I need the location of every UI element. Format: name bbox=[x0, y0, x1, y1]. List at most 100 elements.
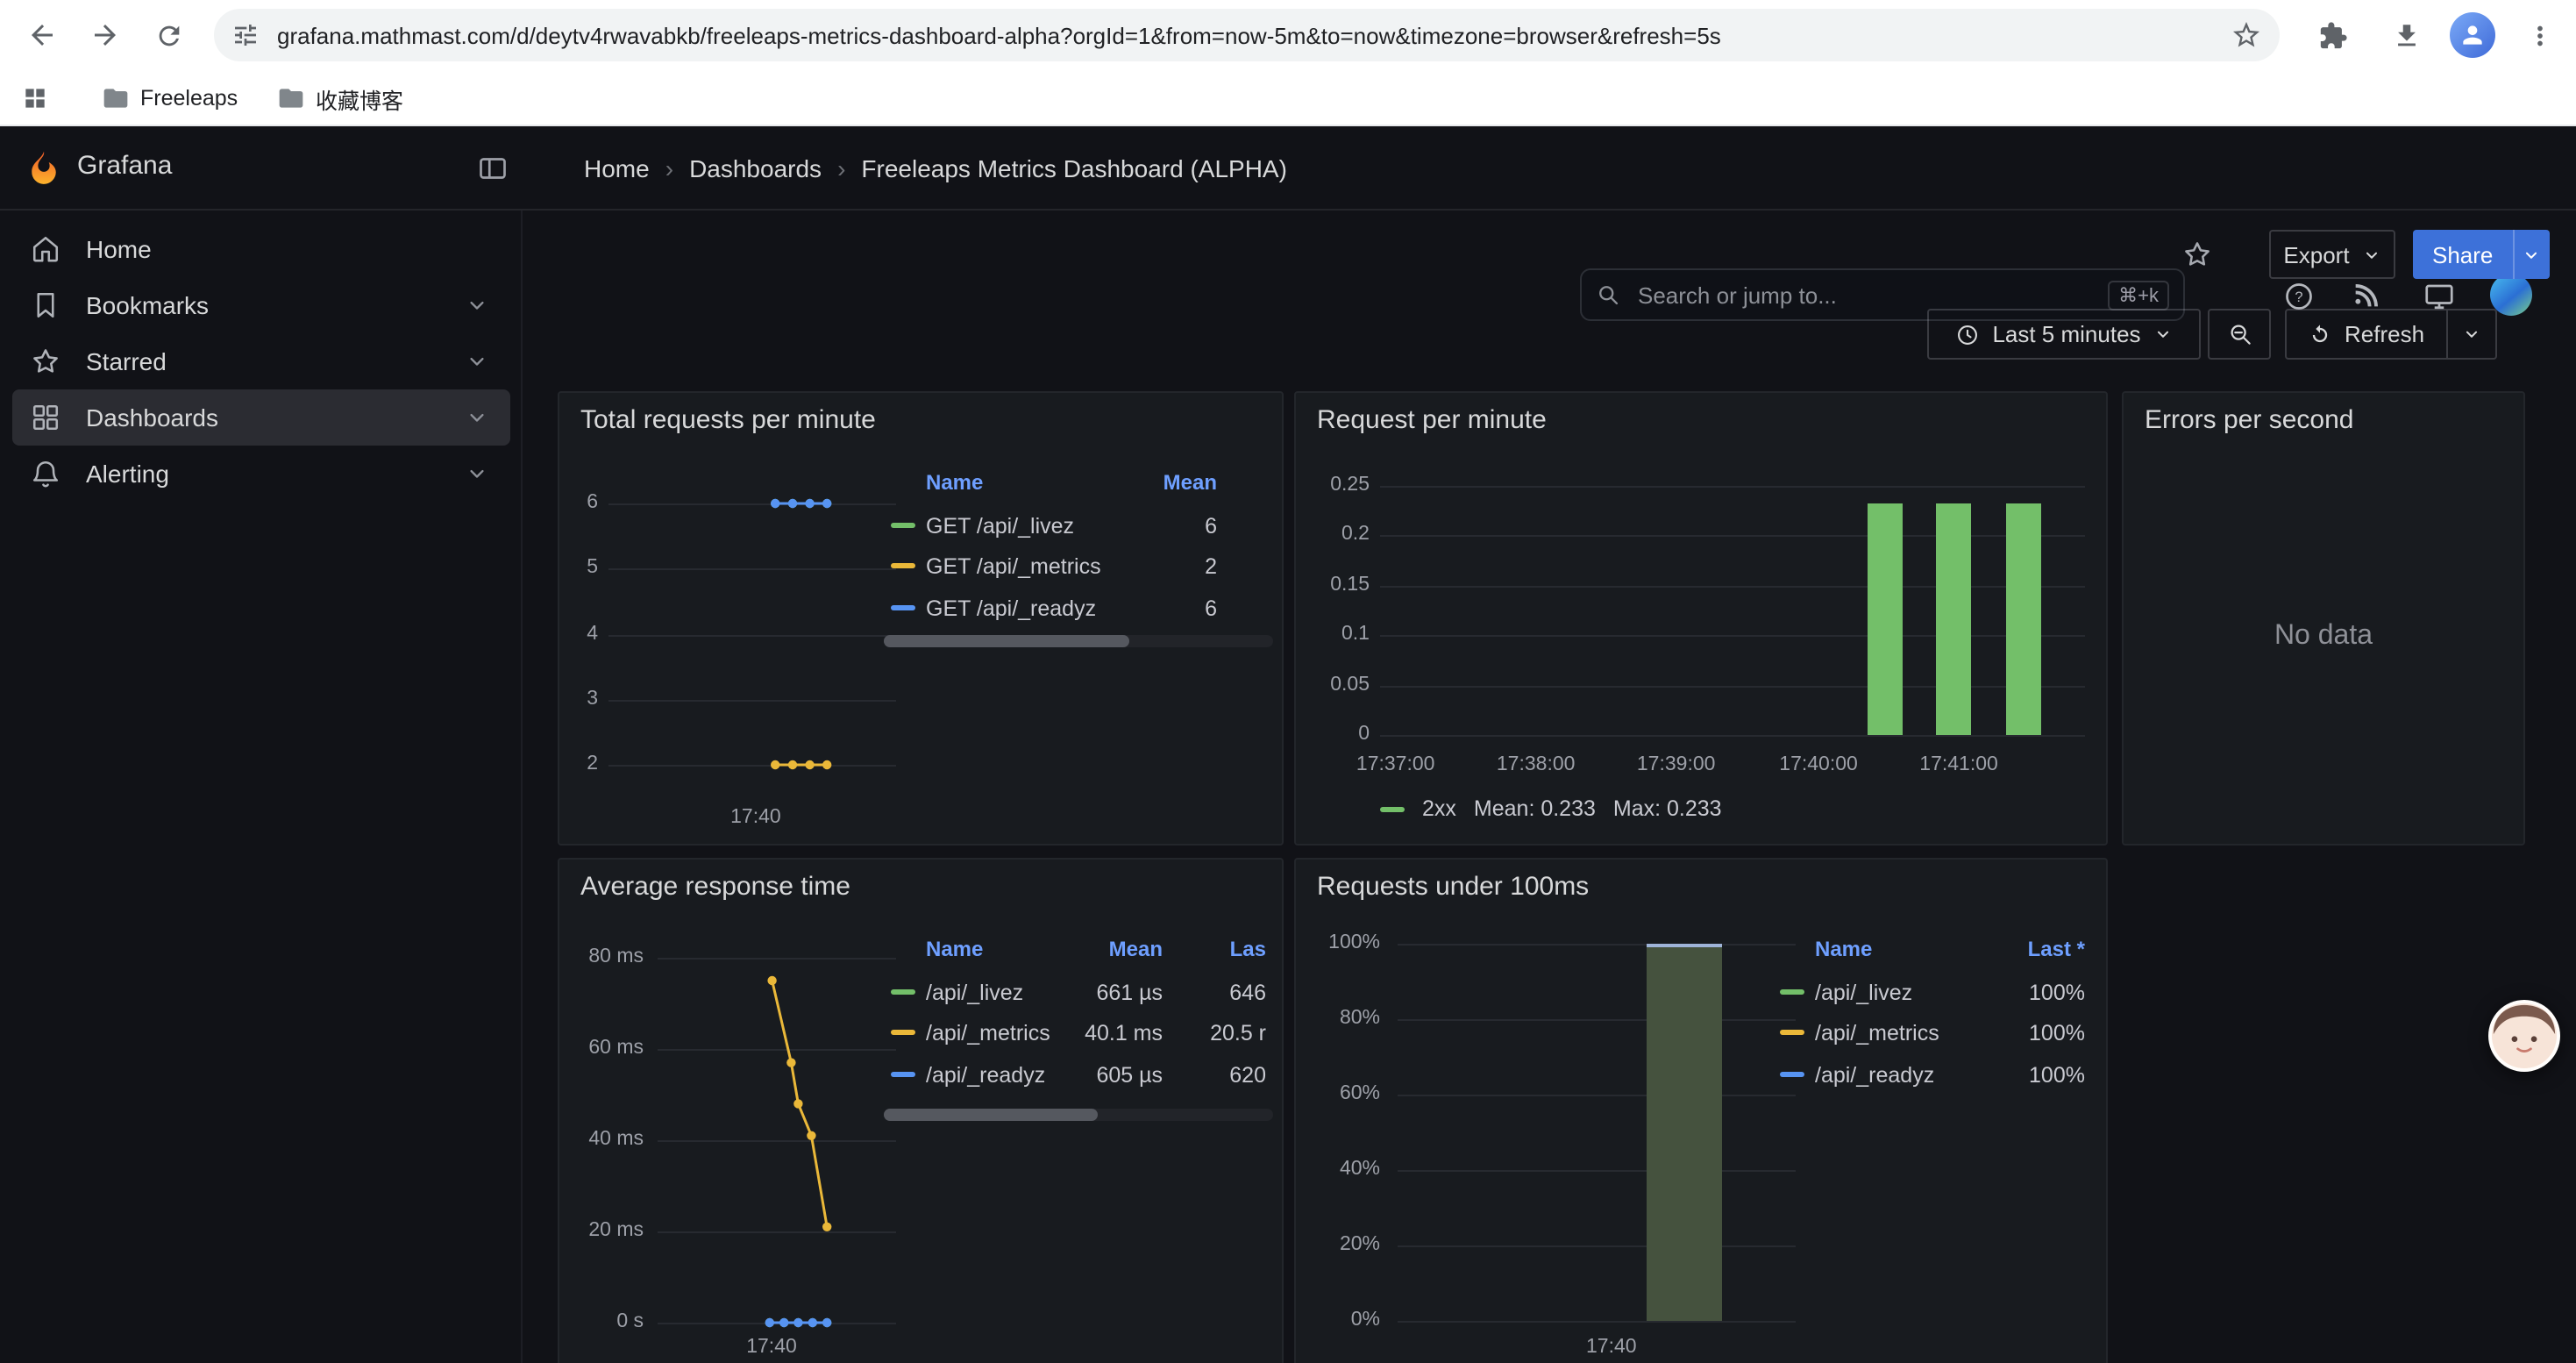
assistant-avatar[interactable] bbox=[2488, 1000, 2560, 1072]
url-bar[interactable]: grafana.mathmast.com/d/deytv4rwavabkb/fr… bbox=[214, 9, 2280, 61]
legend-row[interactable]: /api/_livez661 µs646 bbox=[884, 972, 1273, 1013]
refresh-button[interactable]: Refresh bbox=[2287, 310, 2445, 358]
series-color-glyph bbox=[891, 1031, 915, 1036]
bookmarks-bar: Freeleaps 收藏博客 bbox=[0, 72, 2576, 126]
legend-row[interactable]: /api/_metrics100% bbox=[1773, 1013, 2092, 1054]
legend-column-header[interactable]: Mean bbox=[1109, 937, 1163, 961]
series-name: /api/_livez bbox=[1815, 981, 1912, 1005]
chevron-down-icon[interactable] bbox=[465, 293, 489, 318]
scrollbar-thumb[interactable] bbox=[884, 1109, 1098, 1121]
apps-button[interactable] bbox=[21, 72, 49, 125]
series-name: /api/_readyz bbox=[1815, 1063, 1934, 1088]
refresh-interval-caret[interactable] bbox=[2445, 310, 2494, 358]
series-color-glyph bbox=[891, 989, 915, 995]
legend-row[interactable]: GET /api/_readyz6 bbox=[884, 588, 1273, 629]
time-range-picker[interactable]: Last 5 minutes bbox=[1927, 309, 2201, 360]
favorite-dashboard-star-icon[interactable] bbox=[2181, 239, 2213, 270]
search-shortcut-chip: ⌘+k bbox=[2108, 280, 2169, 310]
grid-line bbox=[1398, 1245, 1796, 1247]
downloads-button[interactable] bbox=[2378, 7, 2434, 63]
legend-series[interactable]: 2xx bbox=[1422, 796, 1456, 821]
series-name: /api/_metrics bbox=[1815, 1022, 1939, 1046]
legend-scrollbar[interactable] bbox=[884, 1109, 1273, 1121]
series-color-glyph bbox=[1780, 1072, 1804, 1077]
legend-row[interactable]: GET /api/_livez6 bbox=[884, 505, 1273, 546]
screen: grafana.mathmast.com/d/deytv4rwavabkb/fr… bbox=[0, 0, 2576, 1363]
sidebar-item-alerting[interactable]: Alerting bbox=[12, 446, 510, 502]
url-text[interactable]: grafana.mathmast.com/d/deytv4rwavabkb/fr… bbox=[277, 22, 2231, 48]
chevron-down-icon[interactable] bbox=[465, 349, 489, 374]
dashboards-grid-icon bbox=[30, 402, 65, 433]
sidebar-item-home[interactable]: Home bbox=[12, 221, 510, 277]
arrow-right-icon bbox=[89, 19, 121, 51]
legend-column-header[interactable]: Name bbox=[926, 470, 983, 495]
export-button[interactable]: Export bbox=[2269, 230, 2395, 279]
series-name: /api/_livez bbox=[926, 981, 1023, 1005]
back-button[interactable] bbox=[14, 7, 70, 63]
series-color-glyph bbox=[891, 564, 915, 569]
browser-profile-avatar[interactable] bbox=[2450, 12, 2495, 58]
panel-title[interactable]: Errors per second bbox=[2145, 405, 2353, 435]
series-value: 646 bbox=[1229, 981, 1266, 1005]
sidebar-item-label: Home bbox=[86, 235, 152, 263]
help-icon[interactable]: ? bbox=[2283, 281, 2315, 312]
series-value: 100% bbox=[2029, 981, 2085, 1005]
legend-row[interactable]: /api/_readyz100% bbox=[1773, 1054, 2092, 1095]
series-value: 605 µs bbox=[1096, 1063, 1163, 1088]
sidebar-item-dashboards[interactable]: Dashboards bbox=[12, 389, 510, 446]
sidebar-item-label: Starred bbox=[86, 347, 167, 375]
legend-mean: Mean: 0.233 bbox=[1474, 796, 1596, 821]
bookmark-star-icon[interactable] bbox=[2231, 19, 2262, 51]
refresh-split-button: Refresh bbox=[2285, 309, 2496, 360]
legend-row[interactable]: /api/_readyz605 µs620 bbox=[884, 1054, 1273, 1095]
scrollbar-thumb[interactable] bbox=[884, 635, 1129, 647]
bookmark-item-freeleaps[interactable]: Freeleaps bbox=[102, 72, 238, 125]
bookmark-item-blog[interactable]: 收藏博客 bbox=[277, 72, 403, 125]
bar bbox=[2006, 503, 2041, 735]
sidebar-item-starred[interactable]: Starred bbox=[12, 333, 510, 389]
legend-row[interactable]: GET /api/_metrics2 bbox=[884, 546, 1273, 588]
zoom-out-time-button[interactable] bbox=[2208, 309, 2271, 360]
panel-errors-per-second: Errors per second No data bbox=[2122, 391, 2525, 846]
dock-menu-toggle[interactable] bbox=[477, 153, 509, 184]
sidebar-item-bookmarks[interactable]: Bookmarks bbox=[12, 277, 510, 333]
legend-column-header[interactable]: Name bbox=[1815, 937, 1872, 961]
user-avatar[interactable] bbox=[2490, 274, 2532, 316]
legend-column-header[interactable]: Name bbox=[926, 937, 983, 961]
y-axis-label: 20% bbox=[1296, 1234, 1380, 1257]
refresh-icon bbox=[2308, 322, 2332, 346]
y-axis-label: 0.05 bbox=[1296, 674, 1370, 696]
chevron-down-icon[interactable] bbox=[465, 461, 489, 486]
refresh-label: Refresh bbox=[2345, 321, 2424, 347]
bar bbox=[1936, 503, 1971, 735]
series-color-glyph bbox=[1380, 806, 1405, 811]
grid-line bbox=[1380, 586, 2085, 588]
sidebar-item-label: Alerting bbox=[86, 460, 169, 488]
series-name: /api/_readyz bbox=[926, 1063, 1045, 1088]
legend-row[interactable]: /api/_metrics40.1 ms20.5 r bbox=[884, 1013, 1273, 1054]
panel-title[interactable]: Requests under 100ms bbox=[1317, 872, 1589, 902]
forward-button[interactable] bbox=[77, 7, 133, 63]
breadcrumb-home[interactable]: Home bbox=[584, 154, 650, 182]
news-rss-icon[interactable] bbox=[2353, 281, 2385, 312]
y-axis-label: 0.15 bbox=[1296, 574, 1370, 597]
extensions-button[interactable] bbox=[2304, 7, 2360, 63]
legend-scrollbar[interactable] bbox=[884, 635, 1273, 647]
panel-title[interactable]: Request per minute bbox=[1317, 405, 1547, 435]
series-value: 20.5 r bbox=[1210, 1022, 1266, 1046]
reload-button[interactable] bbox=[140, 7, 196, 63]
share-button[interactable]: Share bbox=[2413, 230, 2512, 279]
svg-text:?: ? bbox=[2295, 289, 2302, 305]
grafana-logo[interactable] bbox=[25, 149, 63, 188]
chevron-down-icon[interactable] bbox=[465, 405, 489, 430]
breadcrumb-dashboards[interactable]: Dashboards bbox=[650, 154, 822, 182]
legend-column-header[interactable]: Last * bbox=[2028, 937, 2085, 961]
share-menu-caret[interactable] bbox=[2512, 230, 2549, 279]
kiosk-mode-icon[interactable] bbox=[2423, 281, 2455, 312]
site-info-icon[interactable] bbox=[231, 21, 260, 49]
legend-column-header[interactable]: Las bbox=[1230, 937, 1266, 961]
browser-menu-button[interactable] bbox=[2511, 7, 2567, 63]
legend-row[interactable]: /api/_livez 100% bbox=[1773, 972, 2092, 1013]
search-input[interactable] bbox=[1634, 280, 2108, 310]
legend-column-header[interactable]: Mean bbox=[1163, 470, 1217, 495]
